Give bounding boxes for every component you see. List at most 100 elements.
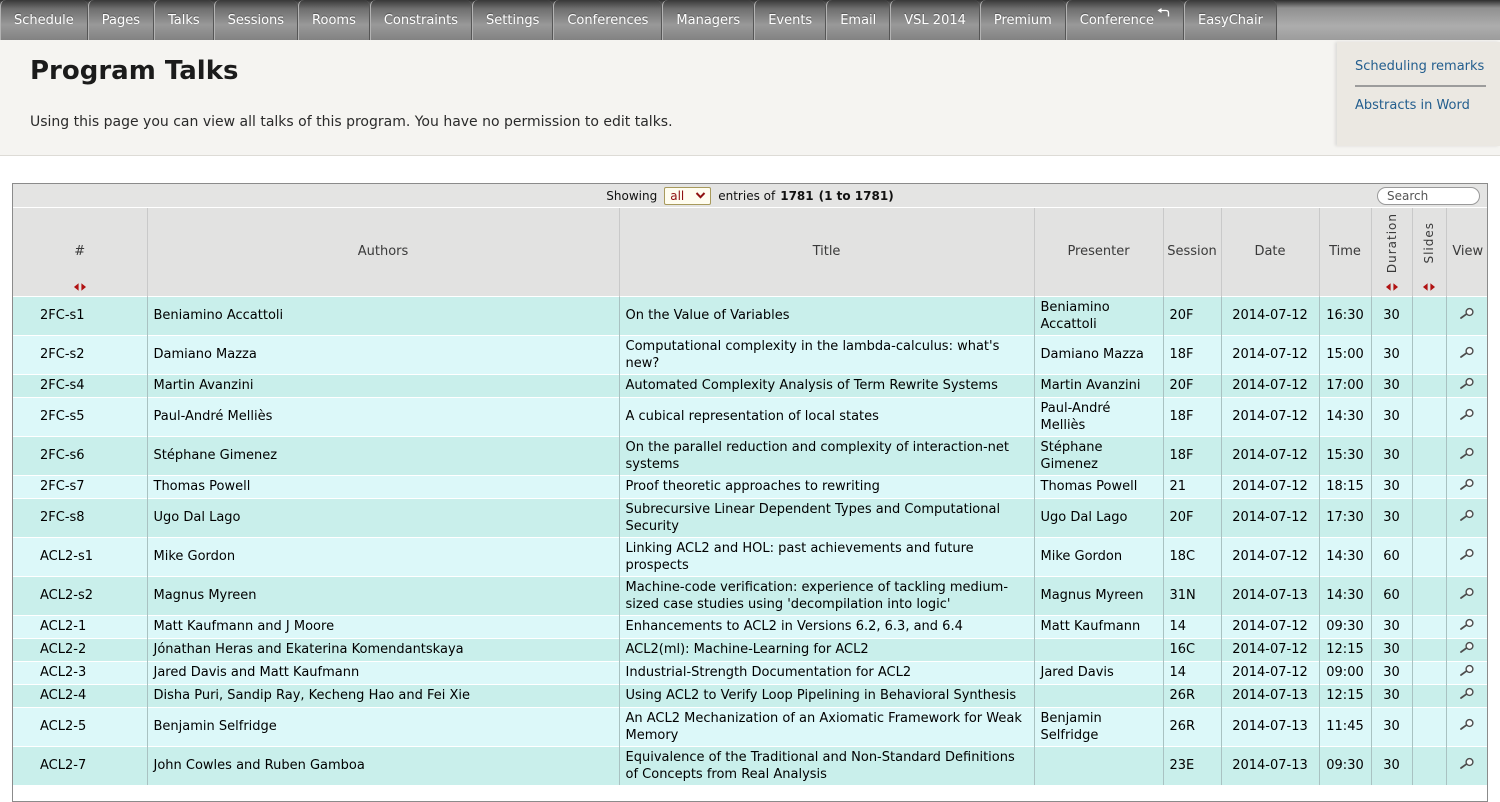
authors-cell: Stéphane Gimenez	[147, 436, 619, 475]
column-header-date: Date	[1221, 208, 1319, 296]
column-header-duration: Duration	[1371, 208, 1412, 296]
session-cell: 20F	[1163, 498, 1221, 537]
presenter-cell: Jared Davis	[1034, 661, 1163, 684]
slides-cell	[1412, 296, 1446, 335]
view-cell	[1446, 335, 1488, 374]
nav-tab-events[interactable]: Events	[754, 0, 826, 40]
view-cell	[1446, 638, 1488, 661]
entries-select[interactable]: all	[664, 187, 711, 205]
view-talk-button[interactable]	[1459, 664, 1476, 677]
authors-cell: Disha Puri, Sandip Ray, Kecheng Hao and …	[147, 684, 619, 707]
session-cell: 21	[1163, 475, 1221, 498]
view-talk-button[interactable]	[1459, 687, 1476, 700]
table-row: 2FC-s4Martin AvanziniAutomated Complexit…	[13, 374, 1488, 397]
sort-arrows-icon[interactable]	[1385, 283, 1398, 291]
authors-cell: Beniamino Accattoli	[147, 296, 619, 335]
column-header-session: Session	[1163, 208, 1221, 296]
side-panel-divider	[1355, 85, 1486, 87]
title-cell: Industrial-Strength Documentation for AC…	[619, 661, 1034, 684]
chevron-down-icon	[695, 192, 706, 199]
column-header-id: #	[13, 208, 147, 296]
presenter-cell: Ugo Dal Lago	[1034, 498, 1163, 537]
nav-tab-label: EasyChair	[1198, 13, 1263, 28]
return-arrow-icon	[1157, 8, 1170, 19]
time-cell: 12:15	[1319, 684, 1371, 707]
slides-cell	[1412, 498, 1446, 537]
presenter-cell	[1034, 746, 1163, 785]
nav-tab-managers[interactable]: Managers	[662, 0, 754, 40]
side-link-scheduling-remarks[interactable]: Scheduling remarks	[1355, 59, 1486, 74]
nav-tab-constraints[interactable]: Constraints	[370, 0, 472, 40]
slides-cell	[1412, 397, 1446, 436]
id-cell: ACL2-2	[13, 638, 147, 661]
date-cell: 2014-07-12	[1221, 638, 1319, 661]
presenter-cell: Paul-André Melliès	[1034, 397, 1163, 436]
view-talk-button[interactable]	[1459, 478, 1476, 491]
session-cell: 20F	[1163, 296, 1221, 335]
view-talk-button[interactable]	[1459, 307, 1476, 320]
date-cell: 2014-07-12	[1221, 537, 1319, 576]
table-row: ACL2-s1Mike GordonLinking ACL2 and HOL: …	[13, 537, 1488, 576]
time-cell: 12:15	[1319, 638, 1371, 661]
duration-cell: 30	[1371, 707, 1412, 746]
nav-tab-schedule[interactable]: Schedule	[0, 0, 88, 40]
nav-tab-conferences[interactable]: Conferences	[553, 0, 662, 40]
id-cell: ACL2-5	[13, 707, 147, 746]
session-cell: 18F	[1163, 335, 1221, 374]
title-cell: Using ACL2 to Verify Loop Pipelining in …	[619, 684, 1034, 707]
table-header-row: #AuthorsTitlePresenterSessionDateTimeDur…	[13, 208, 1488, 296]
slides-cell	[1412, 374, 1446, 397]
id-cell: ACL2-7	[13, 746, 147, 785]
view-talk-button[interactable]	[1459, 641, 1476, 654]
authors-cell: Matt Kaufmann and J Moore	[147, 615, 619, 638]
duration-cell: 30	[1371, 498, 1412, 537]
title-cell: On the parallel reduction and complexity…	[619, 436, 1034, 475]
title-cell: Computational complexity in the lambda-c…	[619, 335, 1034, 374]
slides-cell	[1412, 537, 1446, 576]
nav-tab-settings[interactable]: Settings	[472, 0, 553, 40]
column-header-presenter: Presenter	[1034, 208, 1163, 296]
view-talk-button[interactable]	[1459, 718, 1476, 731]
date-cell: 2014-07-12	[1221, 374, 1319, 397]
id-cell: 2FC-s7	[13, 475, 147, 498]
presenter-cell: Mike Gordon	[1034, 537, 1163, 576]
nav-tab-label: VSL 2014	[904, 13, 966, 28]
view-talk-button[interactable]	[1459, 447, 1476, 460]
table-row: 2FC-s6Stéphane GimenezOn the parallel re…	[13, 436, 1488, 475]
nav-tab-vsl-2014[interactable]: VSL 2014	[890, 0, 980, 40]
view-talk-button[interactable]	[1459, 377, 1476, 390]
magnifier-icon	[1459, 479, 1476, 494]
search-input[interactable]	[1377, 187, 1480, 205]
session-cell: 18F	[1163, 436, 1221, 475]
table-row: ACL2-3Jared Davis and Matt KaufmannIndus…	[13, 661, 1488, 684]
nav-tab-email[interactable]: Email	[826, 0, 890, 40]
nav-bar: SchedulePagesTalksSessionsRoomsConstrain…	[0, 0, 1500, 40]
column-label: Duration	[1385, 213, 1399, 273]
sort-arrows-icon[interactable]	[1423, 283, 1436, 291]
view-talk-button[interactable]	[1459, 408, 1476, 421]
page-title: Program Talks	[30, 56, 238, 86]
view-talk-button[interactable]	[1459, 548, 1476, 561]
nav-tab-rooms[interactable]: Rooms	[298, 0, 370, 40]
nav-tab-conference[interactable]: Conference	[1066, 0, 1184, 40]
nav-tab-pages[interactable]: Pages	[88, 0, 154, 40]
nav-tab-premium[interactable]: Premium	[980, 0, 1066, 40]
nav-tab-label: Conferences	[567, 13, 648, 28]
sort-arrows-icon[interactable]	[73, 283, 86, 291]
view-talk-button[interactable]	[1459, 509, 1476, 522]
authors-cell: Martin Avanzini	[147, 374, 619, 397]
column-header-view: View	[1446, 208, 1488, 296]
view-talk-button[interactable]	[1459, 587, 1476, 600]
slides-cell	[1412, 638, 1446, 661]
side-link-abstracts-in-word[interactable]: Abstracts in Word	[1355, 98, 1486, 113]
nav-tab-easychair[interactable]: EasyChair	[1184, 0, 1277, 40]
view-talk-button[interactable]	[1459, 618, 1476, 631]
title-cell: Equivalence of the Traditional and Non-S…	[619, 746, 1034, 785]
nav-tab-talks[interactable]: Talks	[154, 0, 214, 40]
nav-tab-sessions[interactable]: Sessions	[214, 0, 298, 40]
view-talk-button[interactable]	[1459, 757, 1476, 770]
table-row: 2FC-s5Paul-André MellièsA cubical repres…	[13, 397, 1488, 436]
view-talk-button[interactable]	[1459, 346, 1476, 359]
id-cell: 2FC-s5	[13, 397, 147, 436]
slides-cell	[1412, 576, 1446, 615]
